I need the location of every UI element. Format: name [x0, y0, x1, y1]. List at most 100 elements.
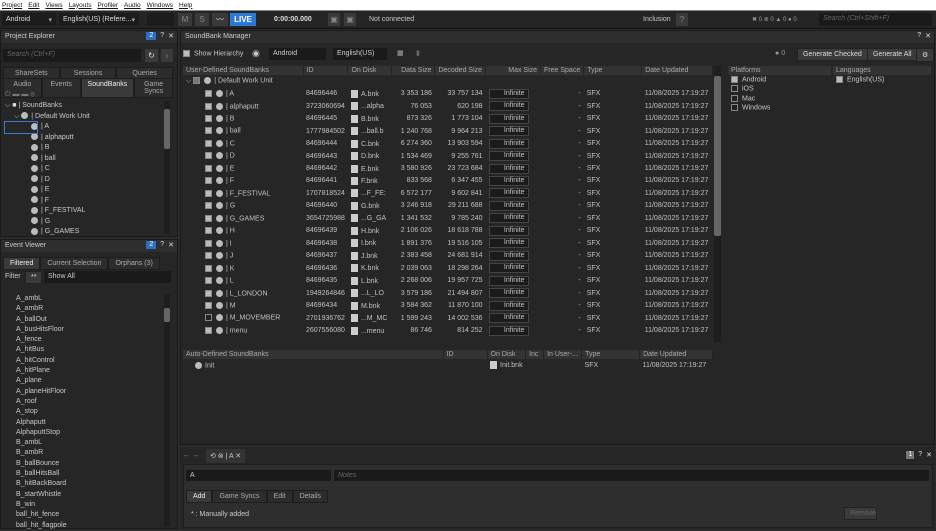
close-icon[interactable]: ✕ — [926, 451, 932, 459]
tree-item[interactable]: | F — [5, 196, 165, 207]
column-header[interactable]: Decoded Size — [434, 66, 487, 75]
event-item[interactable]: ball_hit_fence — [1, 510, 161, 520]
event-item[interactable]: ball_hit_flagpole — [1, 521, 161, 531]
include-checkbox[interactable] — [205, 102, 212, 110]
filter-input[interactable]: Show All — [44, 271, 171, 283]
on-disk-file[interactable]: H.bnk — [361, 228, 379, 235]
event-item[interactable]: A_fence — [1, 335, 161, 345]
event-item[interactable]: A_stop — [1, 407, 161, 417]
close-icon[interactable]: ✕ — [168, 241, 174, 249]
on-disk-file[interactable]: ...M_MC — [361, 315, 387, 322]
event-item[interactable]: B_hitBackBoard — [1, 479, 161, 489]
include-checkbox[interactable] — [205, 164, 212, 172]
table-row[interactable]: | K 84696436 K.bnk 2 039 063 18 298 264 Infin… — [183, 262, 713, 274]
platform-item[interactable]: Mac — [728, 94, 831, 103]
menu-layouts[interactable]: Layouts — [69, 2, 92, 9]
max-size-input[interactable]: Infinite — [488, 275, 529, 286]
table-row[interactable]: | B 84696445 B.bnk 873 326 1 773 104 Infinite… — [183, 112, 713, 124]
on-disk-file[interactable]: L.bnk — [361, 278, 378, 285]
badge[interactable]: 2 — [146, 32, 157, 40]
include-checkbox[interactable] — [205, 139, 212, 147]
inclusion-button[interactable]: ? — [676, 13, 688, 26]
column-header[interactable]: In User-... — [543, 350, 583, 359]
max-size-input[interactable]: Infinite — [488, 213, 529, 224]
column-header[interactable]: Auto-Defined SoundBanks — [183, 350, 444, 359]
menu-profiler[interactable]: Profiler — [97, 2, 118, 9]
on-disk-file[interactable]: ...F_FE: — [361, 190, 386, 197]
scrollbar[interactable] — [714, 66, 721, 342]
show-hierarchy-checkbox[interactable]: Show Hierarchy — [183, 50, 243, 57]
table-row[interactable]: | C 84696444 C.bnk 6 274 360 13 903 594 Infin… — [183, 137, 713, 149]
on-disk-file[interactable]: ...ball.b — [361, 128, 384, 135]
include-checkbox[interactable] — [205, 177, 212, 185]
language-item[interactable]: English(US) — [833, 75, 931, 84]
column-header[interactable]: Type — [581, 350, 641, 359]
remove-button[interactable]: Remove — [844, 507, 877, 520]
menu-help[interactable]: Help — [179, 2, 192, 9]
column-header[interactable]: User-Defined SoundBanks — [183, 66, 304, 75]
close-icon[interactable]: ✕ — [168, 32, 174, 40]
eye-icon[interactable]: ◉ — [252, 48, 260, 59]
table-row[interactable]: | alphaputt 3723060694 ...alpha 76 053 620 1… — [183, 100, 713, 112]
tree-item[interactable]: | F_FESTIVAL — [5, 206, 165, 217]
event-item[interactable]: AlphaputtStop — [1, 428, 161, 438]
mute-button[interactable]: M — [178, 13, 192, 26]
name-field[interactable]: A — [186, 470, 331, 481]
event-item[interactable]: Alphaputt — [1, 418, 161, 428]
on-disk-file[interactable]: E.bnk — [361, 165, 379, 172]
include-checkbox[interactable] — [205, 214, 212, 222]
log-counters[interactable]: ✖ 0 ⊗ 0 ▲ 0 ● 0 — [752, 16, 797, 23]
platform-checkbox[interactable] — [731, 76, 738, 83]
table-row[interactable]: | F 84696441 F.bnk 833 568 6 347 455 Infinite… — [183, 175, 713, 187]
max-size-input[interactable]: Infinite — [488, 88, 529, 99]
column-header[interactable]: Free Space — [540, 66, 585, 75]
include-checkbox[interactable] — [205, 302, 212, 309]
event-item[interactable]: A_hitPlane — [1, 366, 161, 376]
menu-edit[interactable]: Edit — [28, 2, 39, 9]
event-item[interactable]: A_hitControl — [1, 356, 161, 366]
platform-field[interactable]: Android — [269, 48, 326, 60]
column-header[interactable]: ID — [303, 66, 349, 75]
table-row[interactable]: | I 84696438 I.bnk 1 891 376 19 516 105 Infin… — [183, 237, 713, 249]
on-disk-file[interactable]: J.bnk — [361, 253, 378, 260]
work-unit-row[interactable]: ⌵ | Default Work Unit — [183, 75, 713, 87]
table-row[interactable]: Init Init.bnk SFX 11/08/2025 17:19:27 — [183, 359, 713, 371]
tree-root[interactable]: ⌵ ■ | SoundBanks — [5, 101, 165, 112]
on-disk-file[interactable]: F.bnk — [361, 178, 378, 185]
menu-views[interactable]: Views — [45, 2, 62, 9]
tree-toolbar-icons[interactable]: ⏻ ▬ ▬ ⊗ — [5, 91, 35, 99]
on-disk-file[interactable]: ...menu — [361, 327, 384, 334]
column-header[interactable]: Type — [583, 66, 643, 75]
delete-icon[interactable]: ▮ — [416, 49, 420, 57]
on-disk-file[interactable]: I.bnk — [361, 240, 376, 247]
info-counter[interactable]: ● 0 — [775, 50, 785, 57]
max-size-input[interactable]: Infinite — [488, 200, 529, 211]
help-icon[interactable]: ? — [160, 32, 164, 40]
tree-item[interactable]: | E — [5, 185, 165, 196]
column-header[interactable]: Data Size — [391, 66, 436, 75]
on-disk-file[interactable]: C.bnk — [361, 140, 379, 147]
help-icon[interactable]: ? — [160, 241, 164, 249]
event-item[interactable]: A_roof — [1, 397, 161, 407]
platform-checkbox[interactable] — [731, 85, 738, 93]
filter-mode-button[interactable]: ** — [25, 271, 43, 284]
platform-checkbox[interactable] — [731, 94, 738, 102]
max-size-input[interactable]: Infinite — [488, 175, 529, 186]
on-disk-file[interactable]: B.bnk — [361, 115, 379, 122]
generate-icon[interactable]: ▦ — [397, 49, 404, 57]
table-row[interactable]: | A 84696446 A.bnk 3 353 186 33 757 134 Infin… — [183, 87, 713, 99]
platform-item[interactable]: iOS — [728, 84, 831, 93]
generate-checked-button[interactable]: Generate Checked — [797, 48, 868, 61]
column-header[interactable]: On Disk — [347, 66, 393, 75]
include-checkbox[interactable] — [205, 90, 212, 98]
project-search-input[interactable]: Search (Ctrl+F) — [3, 49, 141, 62]
tab-details[interactable]: Details — [292, 490, 329, 503]
solo-button[interactable]: S — [195, 13, 209, 26]
help-icon[interactable]: ? — [918, 451, 922, 459]
event-item[interactable]: B_startWhistle — [1, 490, 161, 500]
table-row[interactable]: | M_MOVEMBER 2701936762 ...M_MC 1 599 243 14… — [183, 312, 713, 324]
column-header[interactable]: Date Updated — [639, 350, 713, 359]
tree-item[interactable]: | D — [5, 175, 165, 186]
disconnect-icon[interactable]: ▣ — [344, 13, 356, 26]
event-item[interactable]: B_ambR — [1, 448, 161, 458]
